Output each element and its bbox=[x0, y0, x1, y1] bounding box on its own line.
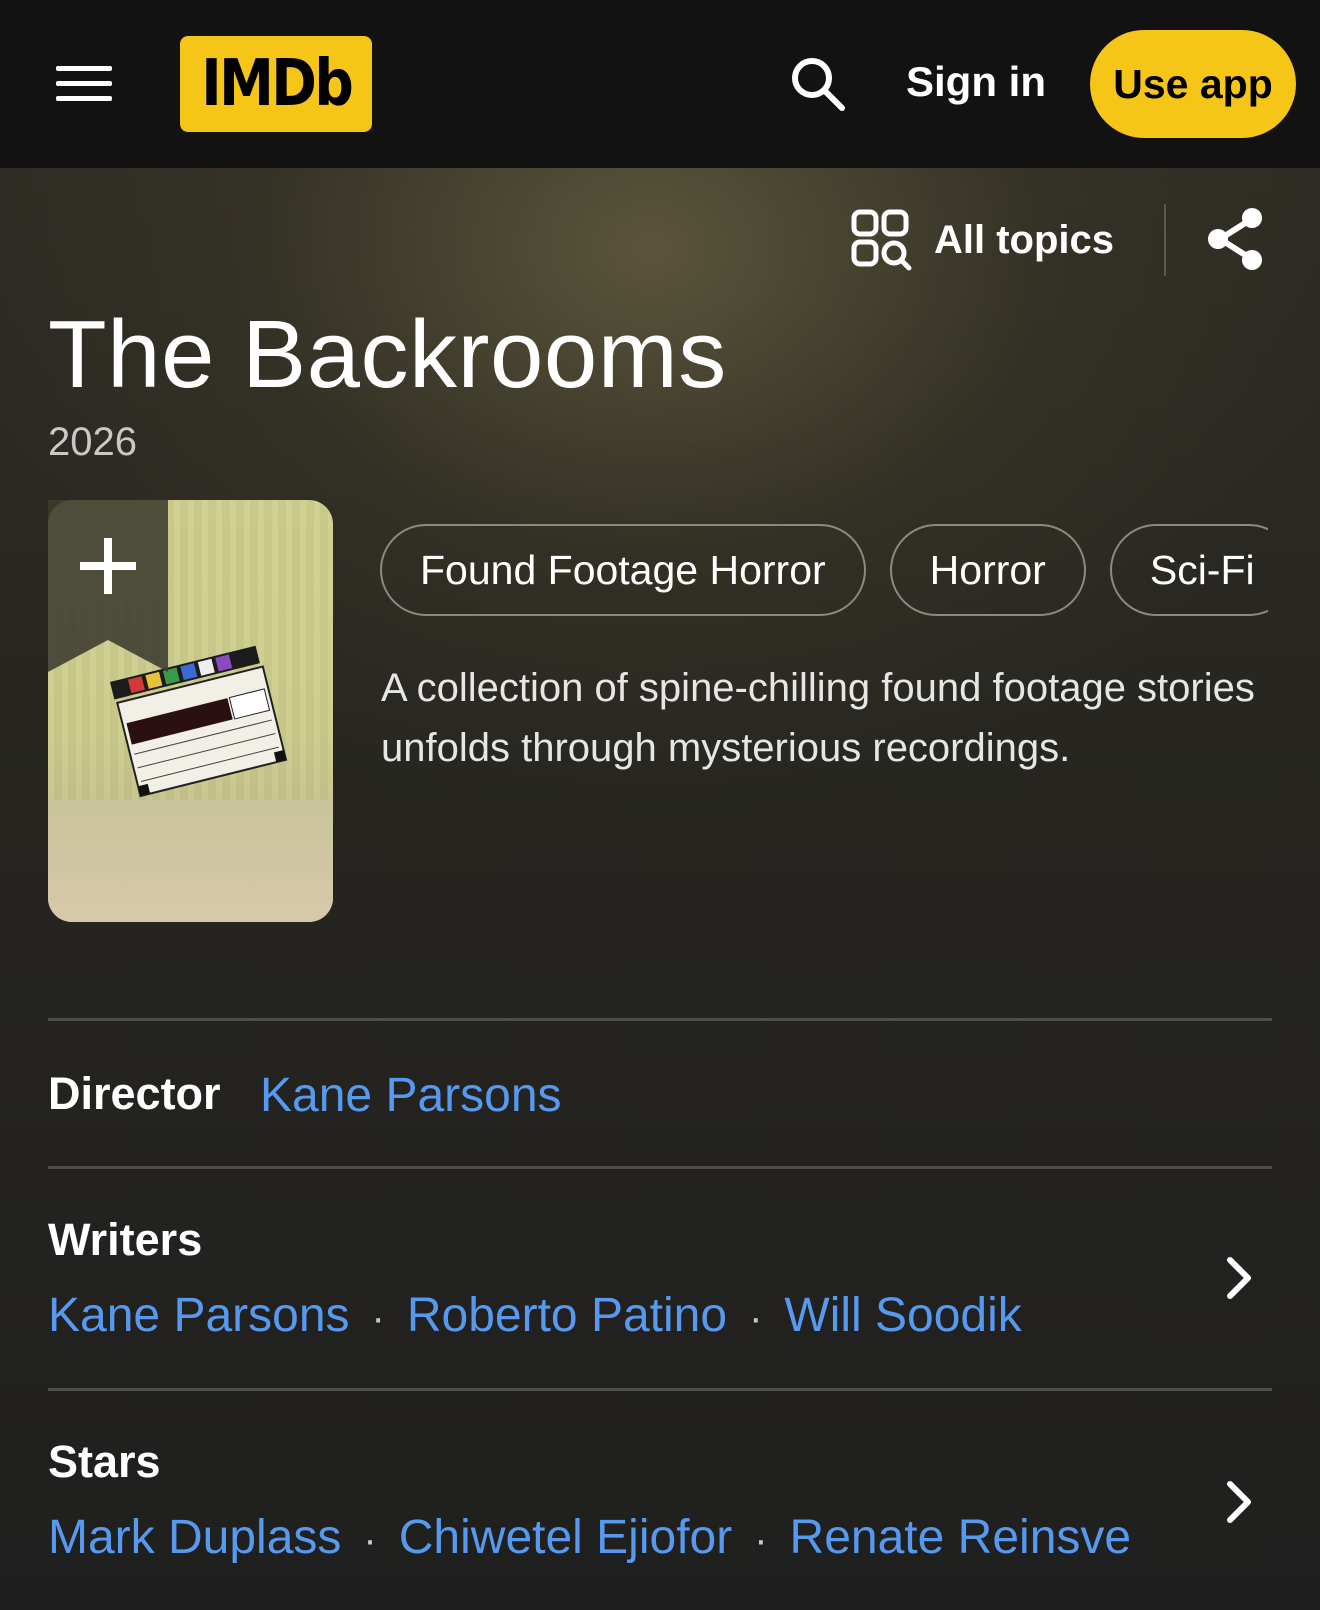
toolbar-divider bbox=[1164, 204, 1166, 276]
writer-link[interactable]: Kane Parsons bbox=[48, 1289, 350, 1342]
genre-chip[interactable]: Sci-Fi bbox=[1109, 524, 1268, 616]
writer-link[interactable]: Roberto Patino bbox=[407, 1289, 727, 1342]
stars-list: Mark Duplass · Chiwetel Ejiofor · Renate Rei… bbox=[48, 1510, 1131, 1565]
use-app-button[interactable]: Use app bbox=[1090, 30, 1296, 138]
menu-line bbox=[56, 81, 112, 86]
genre-chips: Found Footage Horror Horror Sci-Fi bbox=[380, 524, 1268, 616]
director-link[interactable]: Kane Parsons bbox=[260, 1068, 562, 1123]
sign-in-link[interactable]: Sign in bbox=[906, 56, 1046, 108]
genre-chip[interactable]: Horror bbox=[889, 524, 1086, 616]
imdb-logo[interactable]: IMDb bbox=[180, 36, 372, 132]
writer-link[interactable]: Will Soodik bbox=[784, 1289, 1021, 1342]
separator-dot: · bbox=[754, 1518, 768, 1562]
menu-line bbox=[56, 96, 112, 101]
separator-dot: · bbox=[363, 1518, 377, 1562]
all-topics-button[interactable]: All topics bbox=[850, 208, 1114, 272]
top-bar: IMDb Sign in Use app bbox=[0, 0, 1320, 168]
star-link[interactable]: Renate Reinsve bbox=[790, 1511, 1132, 1564]
menu-line bbox=[56, 66, 112, 71]
divider bbox=[48, 1388, 1272, 1391]
search-icon[interactable] bbox=[786, 52, 850, 116]
writers-label: Writers bbox=[48, 1214, 203, 1265]
all-topics-label: All topics bbox=[934, 217, 1115, 262]
chevron-right-icon[interactable] bbox=[1224, 1256, 1254, 1300]
genre-chip[interactable]: Found Footage Horror bbox=[380, 524, 866, 616]
release-year: 2026 bbox=[48, 420, 137, 464]
add-to-watchlist-icon[interactable] bbox=[48, 500, 168, 672]
plot-summary: A collection of spine-chilling found foo… bbox=[381, 666, 1255, 770]
separator-dot: · bbox=[371, 1296, 385, 1340]
topics-grid-search-icon bbox=[851, 209, 912, 271]
page-title: The Backrooms bbox=[48, 301, 727, 408]
separator-dot: · bbox=[749, 1296, 763, 1340]
director-label: Director bbox=[48, 1068, 221, 1119]
hamburger-menu-icon[interactable] bbox=[56, 64, 112, 104]
share-icon[interactable] bbox=[1204, 206, 1268, 272]
logo-text: IMDb bbox=[200, 47, 354, 121]
chevron-right-icon[interactable] bbox=[1224, 1480, 1254, 1524]
stars-label: Stars bbox=[48, 1436, 161, 1487]
writers-list: Kane Parsons · Roberto Patino · Will Soodik bbox=[48, 1288, 1022, 1343]
star-link[interactable]: Chiwetel Ejiofor bbox=[399, 1511, 732, 1564]
divider bbox=[48, 1166, 1272, 1169]
divider bbox=[48, 1018, 1272, 1021]
star-link[interactable]: Mark Duplass bbox=[48, 1511, 341, 1564]
